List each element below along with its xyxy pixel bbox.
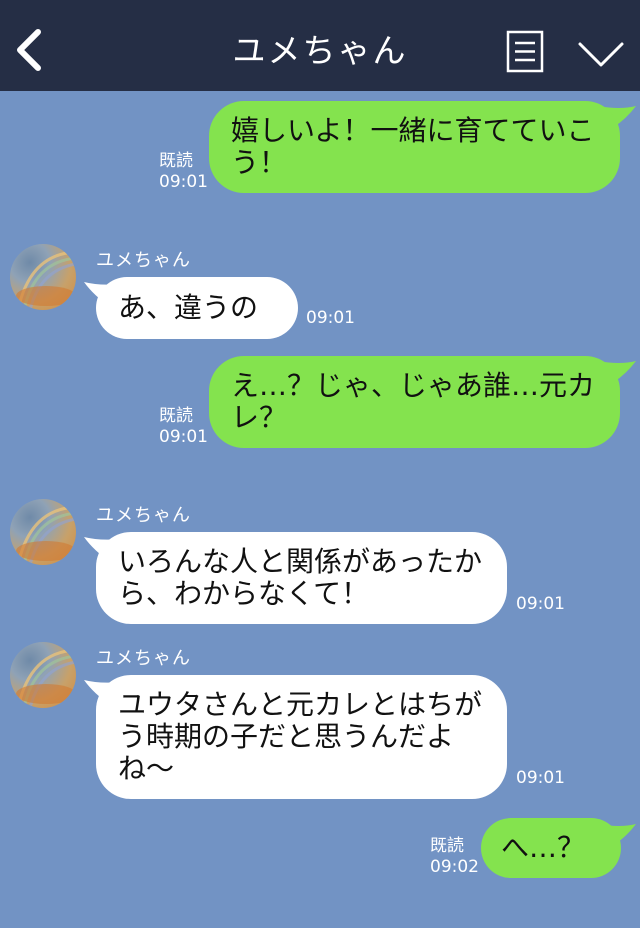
message-text: ユウタさんと元カレとはちがう時期の子だと思うんだよね〜 [118,688,483,785]
message-bubble-received[interactable]: ユウタさんと元カレとはちがう時期の子だと思うんだよね〜 [96,675,507,799]
message-bubble-received[interactable]: いろんな人と関係があったから、わからなくて！ [96,532,507,624]
chevron-down-icon[interactable] [576,34,626,74]
read-label: 既読 [430,836,464,856]
message-time: 09:01 [516,768,565,788]
message-text: え…？じゃ、じゃあ誰…元カレ？ [231,369,596,434]
sender-name: ユメちゃん [96,250,191,271]
avatar[interactable] [10,244,76,310]
message-text: あ、違うの [118,291,259,324]
avatar[interactable] [10,642,76,708]
rainbow-sky-icon [16,505,76,565]
message-bubble-sent[interactable]: え…？じゃ、じゃあ誰…元カレ？ [209,356,620,448]
message-time: 09:01 [159,427,208,447]
chat-title: ユメちゃん [232,31,408,70]
message-bubble-received[interactable]: あ、違うの [96,277,298,339]
chat-header: ユメちゃん [0,0,640,91]
message-text: へ…？ [501,831,586,864]
message-text: 嬉しいよ！一緒に育てていこう！ [231,114,595,179]
read-receipt: 既読 09:01 [159,406,208,448]
read-receipt: 既読 09:02 [430,836,479,878]
message-text: いろんな人と関係があったから、わからなくて！ [118,545,483,610]
message-time: 09:01 [159,172,208,192]
avatar[interactable] [10,499,76,565]
read-label: 既読 [159,406,193,426]
rainbow-sky-icon [16,648,76,708]
sender-name: ユメちゃん [96,505,191,526]
read-label: 既読 [159,151,193,171]
menu-list-icon[interactable] [506,30,544,73]
message-bubble-sent[interactable]: 嬉しいよ！一緒に育てていこう！ [209,101,620,193]
message-bubble-sent[interactable]: へ…？ [481,818,621,878]
message-time: 09:01 [516,594,565,614]
message-time: 09:02 [430,857,479,877]
read-receipt: 既読 09:01 [159,151,208,193]
sender-name: ユメちゃん [96,648,191,669]
rainbow-sky-icon [16,250,76,310]
message-time: 09:01 [306,308,355,328]
